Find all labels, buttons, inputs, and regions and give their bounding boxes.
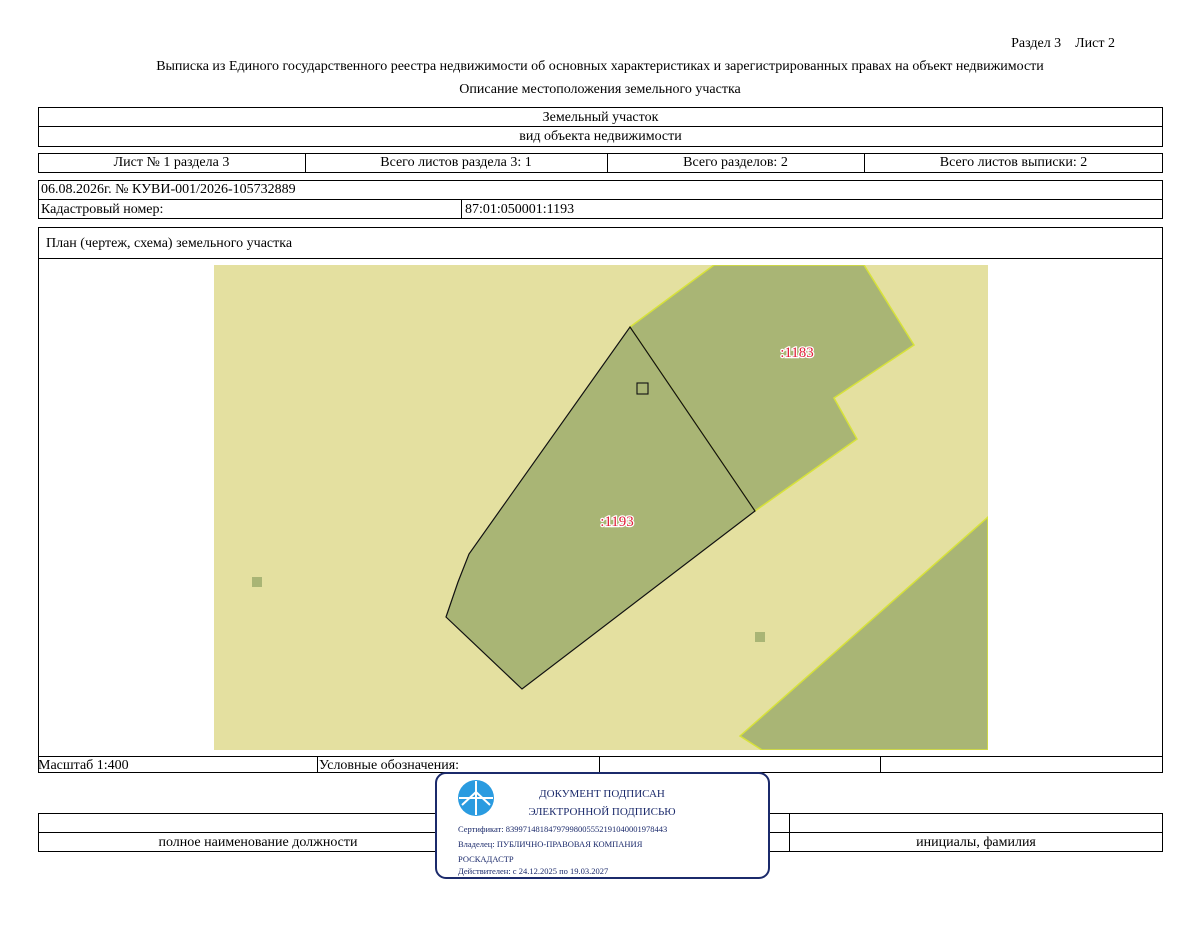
document-subtitle: Описание местоположения земельного участ… — [459, 82, 741, 97]
stamp-valid: Действителен: с 24.12.2025 по 19.03.2027 — [458, 866, 609, 876]
scale-label: Масштаб 1:400 — [38, 758, 129, 773]
small-object — [252, 577, 262, 587]
divider — [599, 756, 600, 773]
position-caption: полное наименование должности — [158, 835, 358, 850]
stamp-line1: ДОКУМЕНТ ПОДПИСАН — [539, 788, 665, 800]
plan-title: План (чертеж, схема) земельного участка — [46, 236, 293, 251]
sheet-number: Лист № 1 раздела 3 — [113, 155, 230, 170]
parcel-1193-label: :1193 — [600, 514, 634, 530]
stamp-owner-org: РОСКАДАСТР — [458, 854, 514, 864]
divider — [461, 199, 462, 219]
small-object — [755, 632, 765, 642]
cadastral-number: 87:01:050001:1193 — [465, 202, 575, 217]
total-sections: Всего разделов: 2 — [683, 155, 788, 170]
stamp-certificate: Сертификат: 8399714818479799800555219104… — [458, 824, 668, 834]
name-caption: инициалы, фамилия — [916, 835, 1036, 850]
parcel-1183-label: :1183 — [780, 345, 814, 361]
plan-map: :1193 :1183 — [214, 265, 988, 750]
object-type: Земельный участок — [542, 110, 659, 125]
divider — [880, 756, 881, 773]
divider — [317, 756, 318, 773]
divider — [38, 199, 1163, 200]
object-type-caption: вид объекта недвижимости — [519, 129, 682, 144]
divider — [38, 126, 1163, 127]
stamp-line2: ЭЛЕКТРОННОЙ ПОДПИСЬЮ — [528, 806, 676, 818]
cadastral-label: Кадастровый номер: — [41, 202, 164, 217]
stamp-owner: Владелец: ПУБЛИЧНО-ПРАВОВАЯ КОМПАНИЯ — [458, 839, 643, 849]
date-number: 06.08.2026г. № КУВИ-001/2026-105732889 — [41, 182, 296, 197]
legend-label: Условные обозначения: — [319, 758, 460, 773]
divider — [38, 756, 1163, 757]
total-section-sheets: Всего листов раздела 3: 1 — [380, 155, 532, 170]
section-sheet-label: Раздел 3 Лист 2 — [1011, 36, 1115, 51]
total-extract-sheets: Всего листов выписки: 2 — [939, 155, 1088, 170]
divider — [38, 258, 1163, 259]
document-title: Выписка из Единого государственного реес… — [156, 59, 1044, 74]
electronic-signature-stamp: ДОКУМЕНТ ПОДПИСАН ЭЛЕКТРОННОЙ ПОДПИСЬЮ С… — [435, 772, 770, 879]
